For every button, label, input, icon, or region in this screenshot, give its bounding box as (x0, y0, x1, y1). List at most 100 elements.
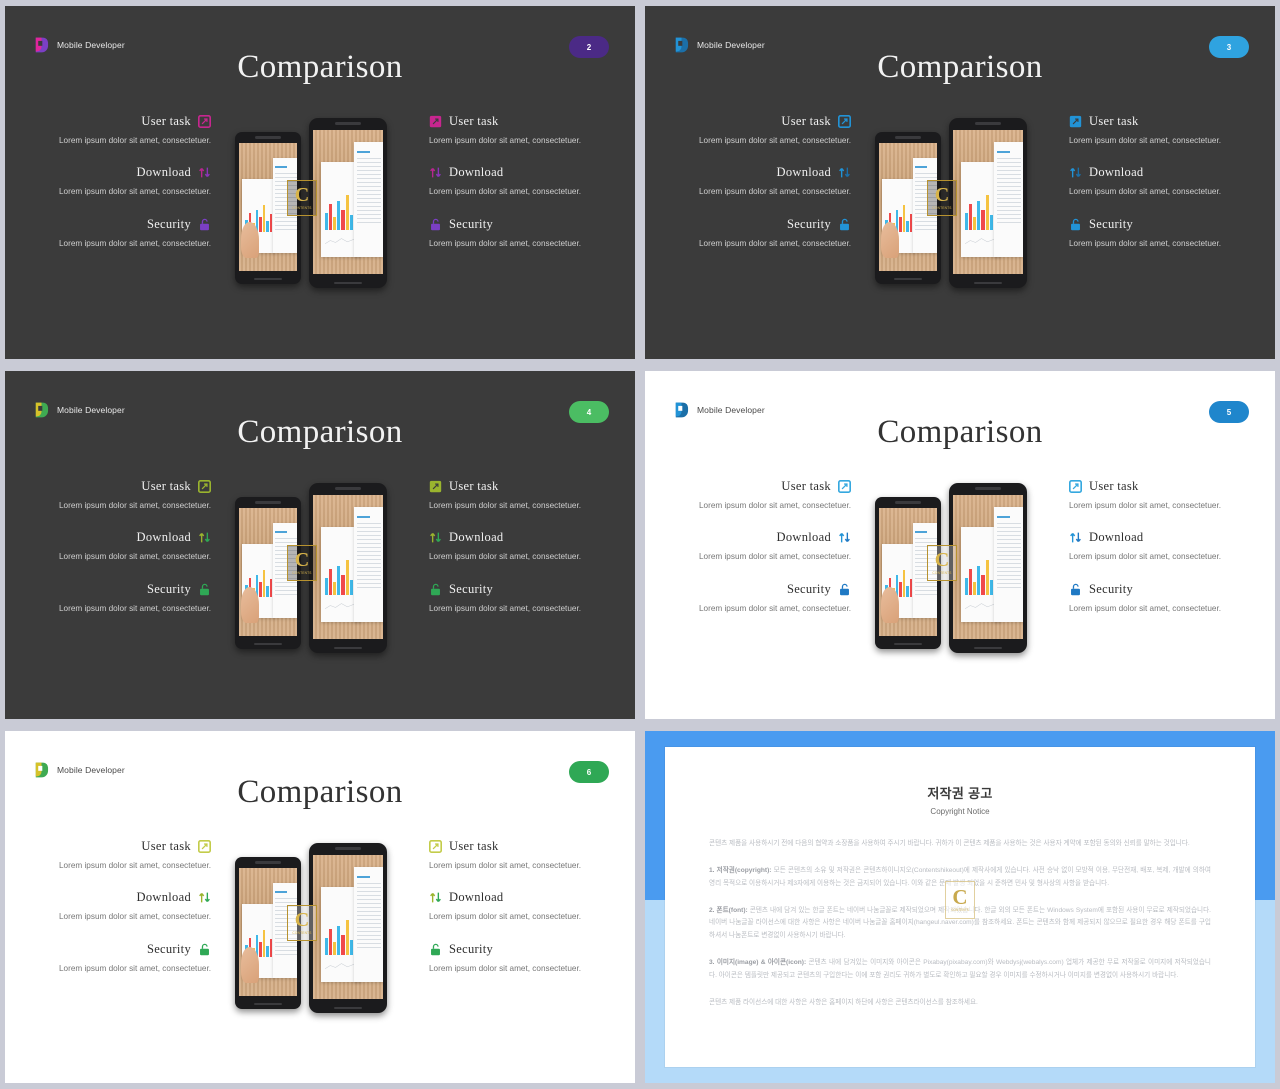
external-link-square-icon (1069, 480, 1082, 493)
feature-item: User task Lorem ipsum dolor sit amet, co… (40, 114, 211, 147)
bar-chart (324, 190, 358, 231)
feature-item: Download Lorem ipsum dolor sit amet, con… (1069, 165, 1240, 198)
slide-cell-5[interactable]: Mobile Developer 6 Comparison User task (0, 725, 640, 1089)
feature-heading: User task (429, 114, 600, 129)
up-down-arrows-icon (199, 167, 210, 178)
feature-heading: Security (429, 217, 600, 232)
phone-chin (334, 646, 362, 649)
open-lock-icon (840, 583, 849, 595)
contents-watermark: C CONTENTS (927, 180, 957, 216)
phone-speaker (335, 487, 361, 490)
logo-cutout (38, 40, 43, 46)
up-down-arrows-icon (430, 167, 441, 178)
comparison-content: User task Lorem ipsum dolor sit amet, co… (5, 114, 635, 294)
feature-body: Lorem ipsum dolor sit amet, consectetuer… (429, 963, 581, 973)
feature-heading: Security (429, 582, 600, 597)
slide[interactable]: Mobile Developer 4 Comparison User task (5, 371, 635, 719)
phone-mockups: C CONTENTS (225, 114, 415, 294)
feature-item: User task Lorem ipsum dolor sit amet, co… (40, 479, 211, 512)
feature-item: Security Lorem ipsum dolor sit amet, con… (40, 942, 211, 975)
section-heading: 2. 폰트(font): (709, 906, 748, 914)
feature-item: User task Lorem ipsum dolor sit amet, co… (429, 114, 600, 147)
external-link-square-icon (198, 840, 211, 853)
chart-paper (880, 178, 915, 258)
phone-mockups: C CONTENTS (225, 839, 415, 1019)
phone-chin (254, 277, 282, 280)
section-heading: 1. 저작권(copyright): (709, 866, 772, 874)
doc-paper (993, 141, 1023, 257)
contents-watermark: C CONTENTS (287, 545, 317, 581)
feature-heading: Download (680, 530, 851, 545)
open-lock-icon (1071, 583, 1080, 595)
watermark-caption: CONTENTS (292, 570, 312, 575)
feature-label: Download (136, 165, 191, 180)
slide-cell-1[interactable]: Mobile Developer 2 Comparison User task (0, 0, 640, 365)
feature-body: Lorem ipsum dolor sit amet, consectetuer… (429, 187, 581, 197)
copyright-outro: 콘텐츠 제품 라이선스에 대한 사항은 사항은 홈페이지 하단에 사항은 콘텐츠… (709, 998, 978, 1006)
phone-speaker (895, 136, 921, 139)
slide-cell-2[interactable]: Mobile Developer 3 Comparison User task (640, 0, 1280, 365)
up-down-arrows-icon (430, 532, 441, 543)
chart-paper (240, 903, 275, 983)
slide-cell-4[interactable]: Mobile Developer 5 Comparison User task (640, 365, 1280, 725)
page-title: Comparison (877, 414, 1043, 450)
feature-body: Lorem ipsum dolor sit amet, consectetuer… (59, 501, 211, 510)
chart-paper (240, 543, 275, 623)
copyright-slide[interactable]: 저작권 공고 Copyright Notice 콘텐츠 제품을 사용하시기 전에… (645, 731, 1275, 1083)
phone-speaker (255, 136, 281, 139)
doc-paper (353, 506, 383, 622)
open-lock-icon (200, 218, 209, 230)
feature-item: Download Lorem ipsum dolor sit amet, con… (429, 530, 600, 563)
open-lock-icon (840, 218, 849, 230)
phone-screen (953, 495, 1023, 639)
left-feature-column: User task Lorem ipsum dolor sit amet, co… (40, 114, 225, 250)
feature-item: Security Lorem ipsum dolor sit amet, con… (40, 217, 211, 250)
feature-body: Lorem ipsum dolor sit amet, consectetuer… (1069, 552, 1221, 562)
feature-label: User task (449, 479, 499, 493)
feature-heading: Download (429, 530, 600, 545)
feature-body: Lorem ipsum dolor sit amet, consectetuer… (59, 912, 211, 922)
copyright-cell[interactable]: 저작권 공고 Copyright Notice 콘텐츠 제품을 사용하시기 전에… (640, 725, 1280, 1089)
feature-label: Download (1089, 165, 1144, 180)
slide[interactable]: Mobile Developer 2 Comparison User task (5, 6, 635, 359)
slide[interactable]: Mobile Developer 3 Comparison User task (645, 6, 1275, 359)
doc-lines (996, 150, 1022, 248)
feature-label: User task (141, 479, 191, 493)
contents-watermark: C CONTENTS (927, 545, 957, 581)
phone-large (309, 843, 387, 1013)
feature-item: User task Lorem ipsum dolor sit amet, co… (1069, 479, 1240, 512)
feature-heading: User task (40, 114, 211, 129)
chart-paper (240, 178, 275, 258)
feature-label: User task (449, 839, 499, 853)
feature-body: Lorem ipsum dolor sit amet, consectetuer… (429, 552, 581, 562)
slide[interactable]: Mobile Developer 5 Comparison User task (645, 371, 1275, 719)
watermark-caption: CONTENTS (292, 205, 312, 210)
feature-label: Security (786, 581, 831, 596)
slide[interactable]: Mobile Developer 6 Comparison User task (5, 731, 635, 1083)
open-lock-icon (431, 583, 440, 595)
feature-heading: Download (680, 165, 851, 180)
phone-screen (313, 855, 383, 999)
watermark-letter: C (934, 549, 950, 572)
feature-label: Security (1089, 581, 1134, 596)
feature-label: Download (1089, 530, 1144, 545)
up-down-arrows-icon (199, 892, 210, 903)
contents-watermark: C CONTENTS (287, 905, 317, 941)
phone-chin (974, 281, 1002, 284)
page-title: Comparison (877, 49, 1043, 85)
finger-photo (880, 586, 900, 623)
feature-body: Lorem ipsum dolor sit amet, consectetuer… (429, 861, 581, 870)
feature-body: Lorem ipsum dolor sit amet, consectetuer… (429, 238, 581, 248)
phone-speaker (975, 487, 1001, 490)
slide-cell-3[interactable]: Mobile Developer 4 Comparison User task (0, 365, 640, 725)
phone-screen (953, 130, 1023, 274)
feature-item: Security Lorem ipsum dolor sit amet, con… (429, 582, 600, 615)
copyright-section: 3. 이미지(image) & 아이콘(icon): 콘텐츠 내에 담겨있는 이… (709, 957, 1211, 983)
feature-label: Download (449, 530, 504, 545)
up-down-arrows-icon (839, 532, 850, 543)
phone-speaker (255, 861, 281, 864)
open-lock-icon (200, 943, 209, 955)
feature-label: Security (449, 216, 494, 231)
external-link-square-icon (198, 115, 211, 128)
feature-item: Security Lorem ipsum dolor sit amet, con… (40, 582, 211, 615)
